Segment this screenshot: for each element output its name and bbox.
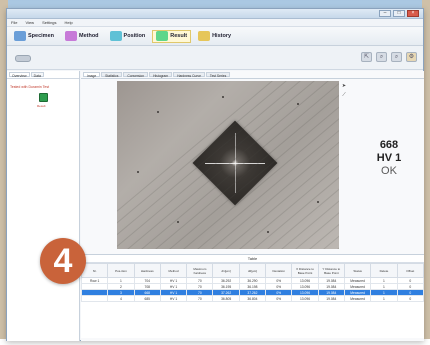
indentation-image[interactable] [117, 81, 339, 249]
table-header[interactable]: d1[µm] [212, 263, 240, 278]
surface-speck [297, 103, 299, 105]
step-number-badge: 4 [40, 238, 86, 284]
tab-conversion[interactable]: Conversion [123, 72, 149, 78]
table-row[interactable]: 4 685 HV 1 70 36.805 36.804 0% 13.096 19.084 Meas… [80, 295, 425, 302]
history-icon [198, 31, 211, 41]
table-header[interactable]: Pos-ition [107, 263, 135, 278]
surface-scratch [266, 81, 339, 249]
surface-speck [317, 201, 319, 203]
table-header[interactable]: Deviation [265, 263, 293, 278]
table-cell: 0% [265, 295, 293, 302]
menu-bar: File View Settings Help [7, 19, 423, 27]
toolbar-label: History [212, 33, 232, 39]
tab-hardness-curve[interactable]: Hardness Curve [173, 72, 205, 78]
results-table: Nr. Pos-ition Hardness Method Maximum hardne… [80, 263, 425, 302]
table-cell: 13.096 [291, 295, 319, 302]
sub-toolbar: ⇱ ⌕ ⌕ ⚙ [7, 46, 423, 70]
table-cell: 1 [370, 295, 398, 302]
search-icon[interactable]: ⌕ [391, 52, 402, 62]
table-cell: 685 [133, 295, 161, 302]
hardness-scale: HV 1 [376, 152, 402, 164]
table-title: Table [81, 255, 424, 263]
tab-overview[interactable]: Overview [9, 72, 30, 78]
tree-title[interactable]: Tested with Duramin Test [10, 85, 49, 89]
result-tree-icon[interactable] [39, 93, 48, 102]
surface-speck [157, 111, 159, 113]
position-icon [109, 31, 122, 41]
export-icon[interactable]: ⇱ [361, 52, 372, 62]
tree-item-label[interactable]: Result [37, 104, 46, 108]
table-header[interactable]: Hardness [133, 263, 161, 278]
toolbar-label: Result [170, 33, 188, 39]
table-cell: HV 1 [159, 295, 188, 302]
table-cell: Measured [343, 295, 372, 302]
table-cell [80, 295, 109, 302]
measure-icon[interactable]: ⟋ [341, 92, 347, 99]
specimen-icon [14, 31, 26, 41]
tab-statistics[interactable]: Statistics [101, 72, 123, 78]
hardness-value: 668 [379, 139, 399, 151]
pointer-icon[interactable]: ➤ [341, 83, 347, 90]
crosshair-vertical [235, 133, 236, 193]
table-cell: 0 [396, 295, 425, 302]
menu-settings[interactable]: Settings [42, 20, 56, 25]
menu-help[interactable]: Help [65, 20, 73, 25]
toolbar-label: Method [78, 33, 99, 39]
app-window: – □ × File View Settings Help Specimen M… [6, 8, 425, 341]
table-header[interactable]: Method [159, 263, 188, 278]
tab-image[interactable]: Image [83, 72, 101, 78]
toolbar-history-button[interactable]: History [194, 30, 235, 43]
table-cell: 36.804 [238, 295, 267, 302]
table-header[interactable]: d2[µm] [238, 263, 267, 278]
result-status: OK [381, 165, 397, 177]
surface-speck [267, 231, 269, 233]
surface-speck [137, 171, 139, 173]
toolbar-label: Specimen [28, 33, 54, 39]
surface-speck [222, 96, 224, 98]
table-header[interactable]: Maximum hardness [186, 263, 214, 278]
method-icon [64, 31, 77, 41]
toolbar-method-button[interactable]: Method [61, 30, 103, 43]
menu-file[interactable]: File [11, 20, 17, 25]
zoom-icon[interactable]: ⌕ [376, 52, 387, 62]
table-cell: 4 [107, 295, 135, 302]
main-panel: Image Statistics Conversion Histogram Ha… [80, 71, 425, 341]
table-cell: 70 [186, 295, 214, 302]
results-table-panel: Table Nr. Pos-ition Hardness Method Maximum … [80, 254, 425, 338]
toolbar-specimen-button[interactable]: Specimen [10, 30, 58, 43]
minimize-button[interactable]: – [379, 10, 391, 17]
table-cell: 36.805 [212, 295, 240, 302]
settings-icon[interactable]: ⚙ [406, 52, 417, 62]
surface-speck [177, 221, 179, 223]
tab-data[interactable]: Data [30, 72, 44, 78]
table-header[interactable]: X Distance to Base Point [291, 263, 319, 278]
table-cell: 19.084 [317, 295, 345, 302]
table-header[interactable]: Offset [396, 263, 425, 278]
toolbar-result-button[interactable]: Result [152, 29, 192, 43]
table-header[interactable]: Status [343, 263, 372, 278]
main-toolbar: Specimen Method Position Result History [7, 27, 423, 46]
close-button[interactable]: × [407, 10, 419, 17]
result-display: 668 HV 1 OK [359, 139, 419, 177]
maximize-button[interactable]: □ [393, 10, 405, 17]
tab-test-series[interactable]: Test Series [205, 72, 231, 78]
table-header[interactable]: Delete [370, 263, 398, 278]
toolbar-label: Position [123, 33, 146, 39]
navigation-panel: Overview Data Tested with Duramin Test R… [7, 71, 80, 341]
tab-histogram[interactable]: Histogram [149, 72, 173, 78]
menu-view[interactable]: View [25, 20, 34, 25]
surface-scratch [294, 81, 339, 249]
toolbar-position-button[interactable]: Position [106, 30, 150, 43]
table-header[interactable]: Y Distance to Base Point [317, 263, 345, 278]
result-icon [156, 31, 169, 41]
logo-icon [15, 55, 31, 62]
title-bar: – □ × [7, 9, 423, 19]
